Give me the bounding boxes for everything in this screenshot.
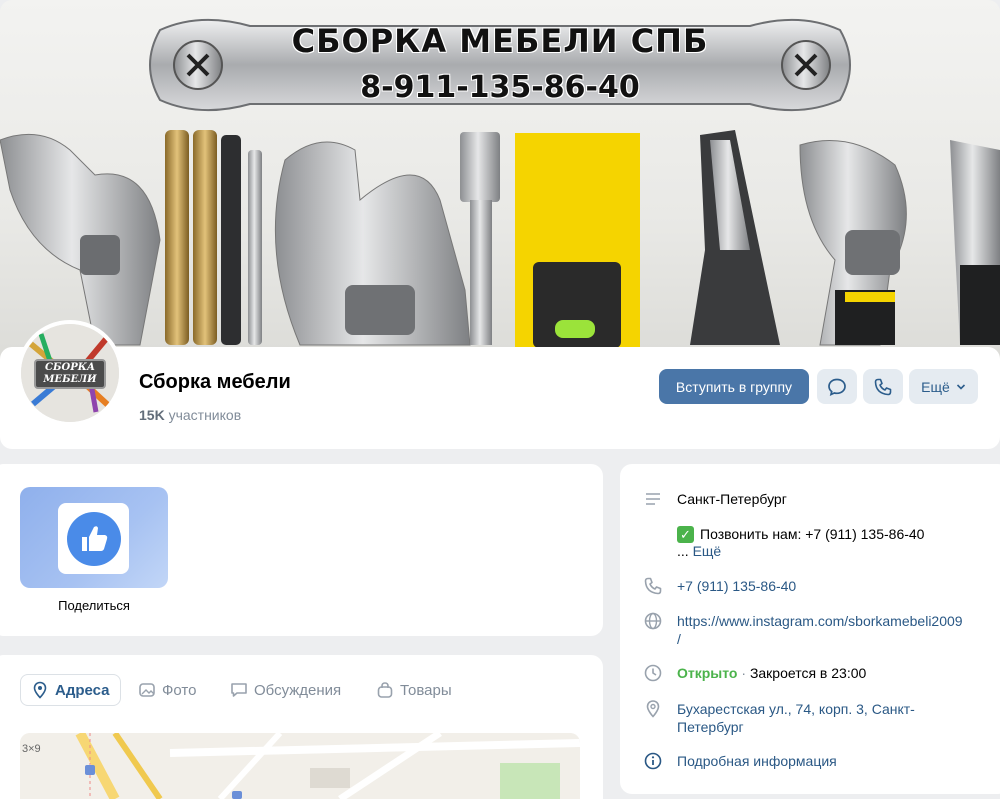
call-us-text: Позвонить нам: +7 (911) 135-86-40	[700, 526, 925, 542]
details-link[interactable]: Подробная информация	[677, 752, 837, 770]
group-name: Сборка мебели	[139, 371, 291, 393]
address-row	[641, 697, 665, 721]
more-prefix: ...	[677, 543, 693, 559]
tab-addresses[interactable]: Адреса	[20, 674, 121, 706]
chevron-down-icon	[956, 383, 965, 390]
tab-addresses-label: Адреса	[55, 681, 110, 699]
banner-phone: 8-911-135-86-40	[360, 70, 640, 105]
phone-icon	[644, 577, 662, 595]
clock-icon	[644, 664, 662, 682]
more-label: Ещё	[921, 378, 950, 395]
details-row	[641, 749, 665, 773]
more-description-link[interactable]: Ещё	[693, 543, 722, 559]
location-pin-icon	[33, 681, 47, 699]
share-label[interactable]: Поделиться	[20, 598, 168, 613]
shopping-bag-icon	[377, 682, 393, 698]
tab-discussions-label: Обсуждения	[254, 681, 342, 699]
more-description: ... Ещё	[677, 542, 721, 560]
tab-goods-label: Товары	[400, 681, 452, 699]
address-link[interactable]: Бухарестская ул., 74, корп. 3, Санкт- Пе…	[677, 700, 915, 736]
location-pin-icon	[646, 700, 660, 718]
avatar-logo	[21, 324, 119, 422]
map-house-number: 3×9	[22, 743, 41, 755]
hours-row	[641, 661, 665, 685]
description-row	[641, 487, 665, 511]
thumbs-up-icon	[66, 511, 121, 566]
group-cover: СБОРКА МЕБЕЛИ СПБ 8-911-135-86-40	[0, 0, 1000, 360]
call-button[interactable]	[863, 369, 903, 404]
phone-icon	[874, 378, 892, 395]
phone-row	[641, 574, 665, 598]
address-map[interactable]: 3×9	[20, 733, 580, 799]
checkmark-icon: ✓	[677, 525, 694, 543]
city-text: Санкт-Петербург	[677, 491, 787, 507]
members-count[interactable]: 15K участников	[139, 407, 241, 423]
banner-title: СБОРКА МЕБЕЛИ СПБ	[291, 22, 709, 60]
tab-discussions[interactable]: Обсуждения	[220, 674, 351, 706]
group-avatar[interactable]: СБОРКА МЕБЕЛИ	[17, 320, 123, 426]
share-icon-box	[58, 503, 129, 574]
website-line-1: https://www.instagram.com/sborkamebeli20…	[677, 613, 963, 629]
avatar-text-2: МЕБЕЛИ	[43, 374, 97, 385]
website-link[interactable]: https://www.instagram.com/sborkamebeli20…	[677, 612, 963, 648]
closing-time: Закроется в 23:00	[749, 665, 867, 681]
tab-goods[interactable]: Товары	[366, 674, 462, 706]
address-line-1: Бухарестская ул., 74, корп. 3, Санкт-	[677, 701, 915, 717]
members-number: 15K	[139, 407, 165, 423]
globe-icon	[644, 612, 662, 630]
join-group-button[interactable]: Вступить в группу	[659, 369, 809, 404]
tab-photos[interactable]: Фото	[128, 674, 206, 706]
hours-text[interactable]: Открыто · Закроется в 23:00	[677, 664, 866, 682]
info-icon	[644, 752, 662, 770]
avatar-text-1: СБОРКА	[45, 362, 95, 373]
tab-photos-label: Фото	[162, 681, 197, 699]
message-icon	[828, 378, 846, 396]
address-line-2: Петербург	[677, 719, 744, 735]
call-us-line: ✓ Позвонить нам: +7 (911) 135-86-40	[677, 525, 924, 543]
description-lines-icon	[646, 493, 660, 505]
map-tiles	[20, 733, 580, 799]
hours-separator: ·	[737, 665, 750, 681]
website-line-2: /	[677, 631, 681, 647]
website-row	[641, 609, 665, 633]
open-status: Открыто	[677, 665, 738, 681]
members-label: участников	[168, 407, 242, 423]
chat-bubble-icon	[231, 683, 247, 697]
phone-link[interactable]: +7 (911) 135-86-40	[677, 577, 796, 595]
photo-icon	[139, 683, 155, 697]
more-actions-button[interactable]: Ещё	[909, 369, 978, 404]
message-button[interactable]	[817, 369, 857, 404]
